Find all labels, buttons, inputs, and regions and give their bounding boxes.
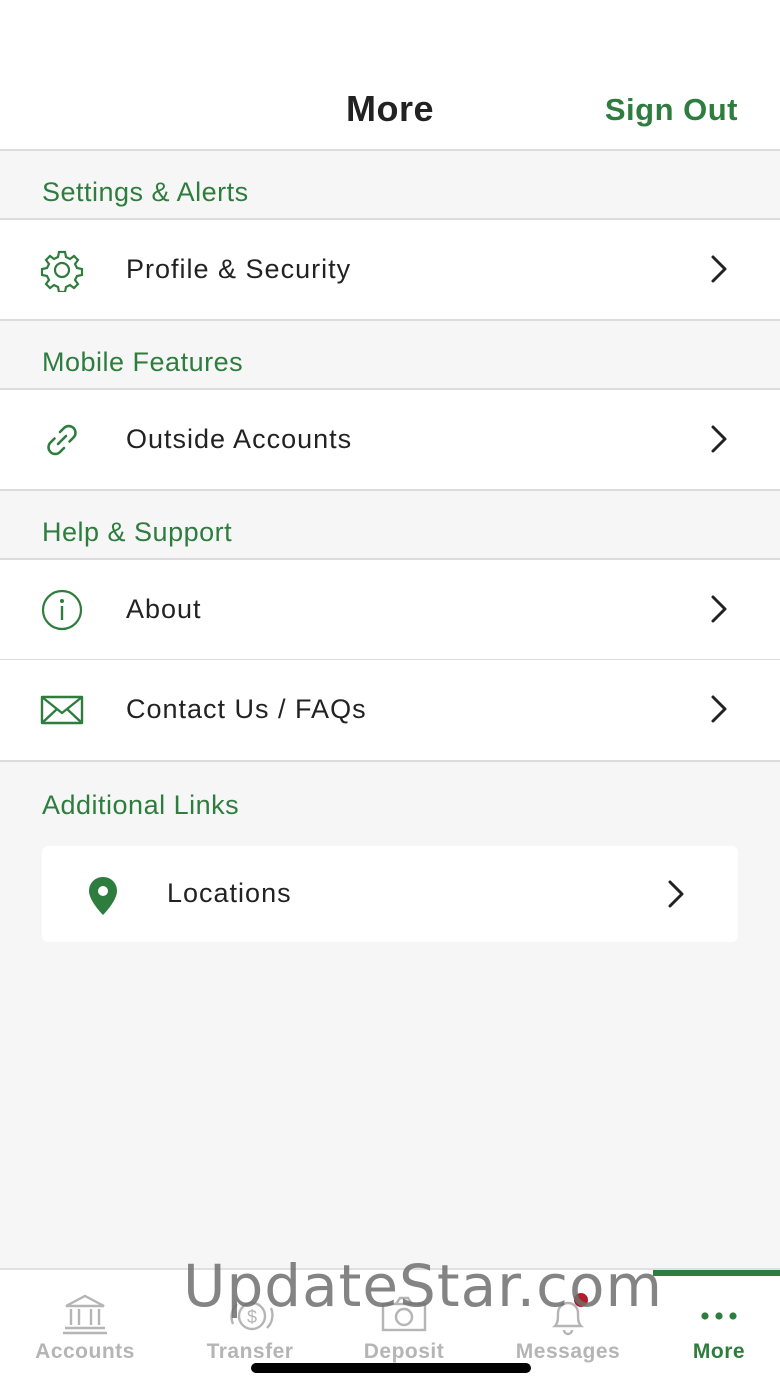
- section-label: Help & Support: [42, 517, 233, 547]
- locations-card[interactable]: Locations: [42, 846, 738, 942]
- chevron-right-icon: [711, 255, 727, 283]
- section-help-support: Help & Support: [0, 491, 780, 559]
- link-icon: [40, 418, 84, 462]
- locations-label: Locations: [167, 878, 292, 908]
- contact-faqs-label: Contact Us / FAQs: [126, 694, 367, 724]
- chevron-right-icon: [711, 695, 727, 723]
- outside-accounts-label: Outside Accounts: [126, 424, 353, 454]
- tab-accounts[interactable]: Accounts: [7, 1270, 163, 1387]
- top-bar: More Sign Out: [0, 0, 780, 151]
- map-pin-icon: [89, 877, 117, 915]
- more-dots-icon: [701, 1312, 737, 1320]
- envelope-icon: [40, 688, 84, 732]
- chevron-right-icon: [711, 425, 727, 453]
- home-indicator: [251, 1363, 531, 1373]
- chevron-right-icon: [668, 880, 684, 908]
- outside-accounts-item[interactable]: Outside Accounts: [0, 388, 780, 491]
- profile-security-item[interactable]: Profile & Security: [0, 218, 780, 321]
- sign-out-button[interactable]: Sign Out: [605, 92, 738, 128]
- tab-label: More: [692, 1340, 746, 1363]
- watermark-text: UpdateStar.com: [183, 1252, 663, 1320]
- gear-icon: [40, 248, 84, 292]
- bank-icon: [63, 1294, 107, 1335]
- active-tab-indicator: [653, 1270, 780, 1276]
- section-settings-alerts: Settings & Alerts: [0, 153, 780, 219]
- about-label: About: [126, 594, 202, 624]
- tab-label: Messages: [515, 1340, 621, 1363]
- section-label: Additional Links: [42, 790, 240, 820]
- section-additional-links: Additional Links: [0, 762, 780, 842]
- info-icon: [40, 588, 84, 632]
- tab-label: Accounts: [35, 1340, 135, 1363]
- tab-label: Transfer: [206, 1340, 294, 1363]
- section-label: Settings & Alerts: [42, 177, 249, 207]
- chevron-right-icon: [711, 595, 727, 623]
- about-item[interactable]: About: [0, 558, 780, 661]
- profile-security-label: Profile & Security: [126, 254, 352, 284]
- contact-faqs-item[interactable]: Contact Us / FAQs: [0, 660, 780, 762]
- tab-label: Deposit: [363, 1340, 445, 1363]
- section-mobile-features: Mobile Features: [0, 321, 780, 389]
- section-label: Mobile Features: [42, 347, 244, 377]
